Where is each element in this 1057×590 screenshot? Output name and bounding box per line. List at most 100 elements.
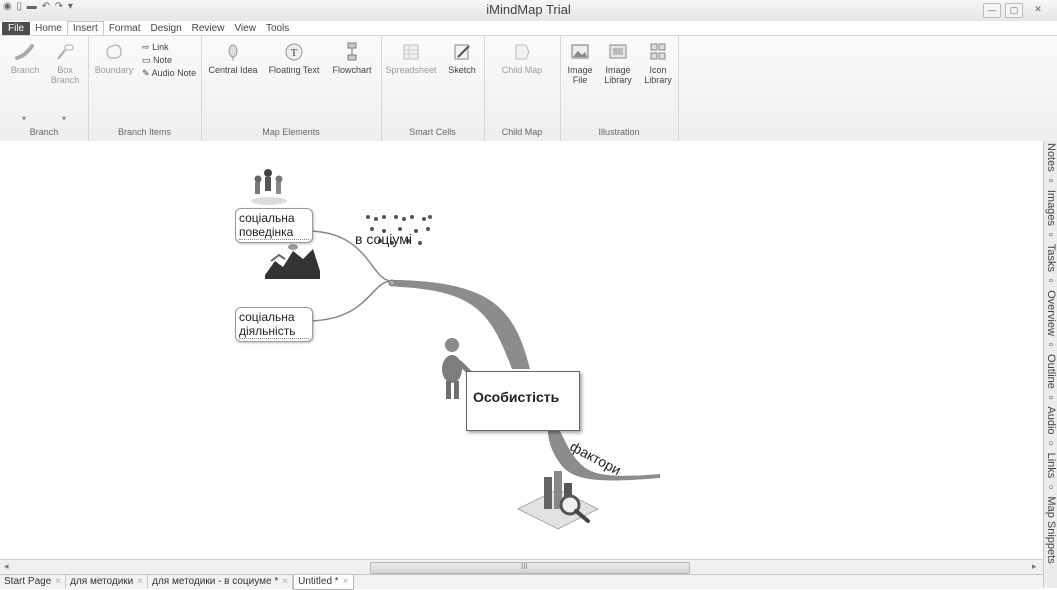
branch-society[interactable] [392, 280, 530, 369]
side-panel-tab-labels[interactable]: Notes ▫ Images ▫ Tasks ▫ Overview ▫ Outl… [1045, 143, 1057, 564]
map-branches [251, 169, 660, 530]
doc-tab-label: для методики - в социуме * [152, 576, 279, 587]
central-idea-button[interactable]: Central Idea [205, 42, 261, 75]
ribbon: Branch Box Branch ▾ ▾ Branch Boundary ⇨ … [0, 35, 1057, 142]
doc-tab-dlya-metodyky[interactable]: для методики × [66, 575, 149, 589]
menu-home[interactable]: Home [30, 22, 67, 35]
menu-insert[interactable]: Insert [66, 21, 104, 35]
node-social-activity-line-1: соціальна [239, 310, 295, 324]
image-file-button[interactable]: Image File [564, 42, 596, 85]
people-circle-icon [251, 169, 287, 205]
boundary-button[interactable]: Boundary [92, 42, 136, 75]
doc-tab-label: для методики [70, 576, 134, 587]
window-title: iMindMap Trial [486, 2, 571, 17]
note-icon: ▭ [142, 55, 151, 65]
icon-library-label-1: Icon [649, 65, 667, 75]
icon-library-label-2: Library [644, 75, 672, 85]
group-smart-cells: Spreadsheet Sketch Smart Cells [381, 36, 485, 141]
image-file-label-2: File [572, 75, 588, 85]
branch-activity[interactable] [309, 280, 393, 322]
minimize-icon[interactable]: — [983, 3, 1001, 18]
central-idea-node[interactable]: Особистість [466, 371, 580, 431]
menu-review[interactable]: Review [187, 22, 230, 35]
central-idea-label: Central Idea [208, 65, 258, 75]
node-social-behavior-line-1: соціальна [239, 211, 295, 225]
dropdown-icon[interactable]: ▾ [62, 114, 66, 123]
group-label-child-map: Child Map [501, 127, 543, 137]
close-tab-icon[interactable]: × [282, 576, 288, 587]
node-social-behavior-line-2: поведінка [239, 225, 309, 240]
child-map-icon [515, 44, 530, 60]
node-social-behavior[interactable]: соціальна поведінка [235, 208, 313, 243]
branch-junction [388, 279, 396, 287]
floating-text-label: Floating Text [268, 65, 320, 75]
menu-tools[interactable]: Tools [261, 22, 294, 35]
scroll-grip: III [521, 562, 528, 571]
branch-button[interactable]: Branch [6, 42, 44, 75]
spreadsheet-icon [403, 44, 419, 60]
group-label-branch: Branch [29, 127, 59, 137]
restore-icon[interactable]: ▢ [1005, 3, 1023, 18]
microphone-icon: ✎ [142, 68, 150, 78]
note-label: Note [153, 55, 173, 65]
floating-text-icon: T [285, 43, 303, 61]
link-icon: ⇨ [142, 42, 150, 52]
doc-tab-label: Start Page [4, 576, 52, 587]
title-bar: ◉ ▯ ▬ ↶ ↷ ▾ iMindMap Trial — ▢ ✕ [0, 0, 1057, 21]
spreadsheet-label: Spreadsheet [385, 65, 437, 75]
boundary-label: Boundary [94, 65, 134, 75]
image-library-button[interactable]: Image Library [600, 42, 636, 85]
dropdown-icon[interactable]: ▾ [22, 114, 26, 123]
box-branch-icon [57, 44, 74, 60]
spreadsheet-button[interactable]: Spreadsheet [383, 42, 439, 75]
menu-format[interactable]: Format [104, 22, 146, 35]
central-idea-text: Особистість [473, 389, 560, 405]
boundary-icon [106, 44, 122, 59]
group-branch: Branch Box Branch ▾ ▾ Branch [0, 36, 89, 141]
sketch-icon [454, 44, 470, 60]
note-button[interactable]: ▭ Note [142, 55, 172, 66]
close-tab-icon[interactable]: × [137, 576, 143, 587]
scroll-left-icon[interactable]: ◂ [4, 561, 9, 572]
close-tab-icon[interactable]: × [55, 576, 61, 587]
close-tab-icon[interactable]: × [343, 576, 349, 587]
horizontal-scrollbar[interactable]: ◂ III ▸ [0, 559, 1043, 575]
image-library-label-1: Image [605, 65, 631, 75]
menu-view[interactable]: View [229, 22, 261, 35]
audio-note-button[interactable]: ✎ Audio Note [142, 68, 196, 79]
side-panel-tabs[interactable]: Notes ▫ Images ▫ Tasks ▫ Overview ▫ Outl… [1043, 141, 1057, 588]
box-branch-button[interactable]: Box Branch [46, 42, 84, 85]
link-button[interactable]: ⇨ Link [142, 42, 169, 53]
menu-design[interactable]: Design [146, 22, 187, 35]
node-social-activity[interactable]: соціальна діяльність [235, 307, 313, 342]
child-map-button[interactable]: Child Map [492, 42, 552, 75]
flowchart-button[interactable]: Flowchart [327, 42, 377, 75]
group-label-smart-cells: Smart Cells [409, 127, 456, 137]
scroll-thumb[interactable]: III [370, 562, 690, 574]
box-branch-label-1: Box [57, 65, 73, 75]
sketch-button[interactable]: Sketch [443, 42, 481, 75]
image-library-label-2: Library [604, 75, 632, 85]
floating-text-button[interactable]: T Floating Text [265, 42, 323, 75]
branch-icon [15, 44, 34, 60]
doc-tab-dlya-metodyky-v-sotsiume[interactable]: для методики - в социуме * × [148, 575, 294, 589]
menu-bar: File Home Insert Format Design Review Vi… [0, 21, 1057, 35]
window-controls: — ▢ ✕ [983, 3, 1049, 18]
map-canvas[interactable]: Особистість в соціумі фактори соціальна … [0, 141, 1043, 559]
group-label-illustration: Illustration [598, 127, 640, 137]
menu-file[interactable]: File [2, 22, 31, 35]
group-child-map: Child Map Child Map [484, 36, 561, 141]
icon-library-button[interactable]: Icon Library [640, 42, 676, 85]
node-social-activity-line-2: діяльність [239, 324, 309, 339]
central-idea-icon [228, 44, 238, 61]
chart-magnifier-icon [516, 471, 600, 530]
link-label: Link [152, 42, 169, 52]
scroll-right-icon[interactable]: ▸ [1032, 561, 1037, 572]
doc-tab-start-page[interactable]: Start Page × [0, 575, 67, 589]
branch-label-society[interactable]: в соціумі [355, 231, 412, 247]
branch-label: Branch [10, 65, 40, 75]
close-icon[interactable]: ✕ [1027, 3, 1049, 16]
flowchart-label: Flowchart [332, 65, 372, 75]
doc-tab-label: Untitled * [298, 576, 339, 587]
group-label-map-elements: Map Elements [262, 127, 320, 137]
